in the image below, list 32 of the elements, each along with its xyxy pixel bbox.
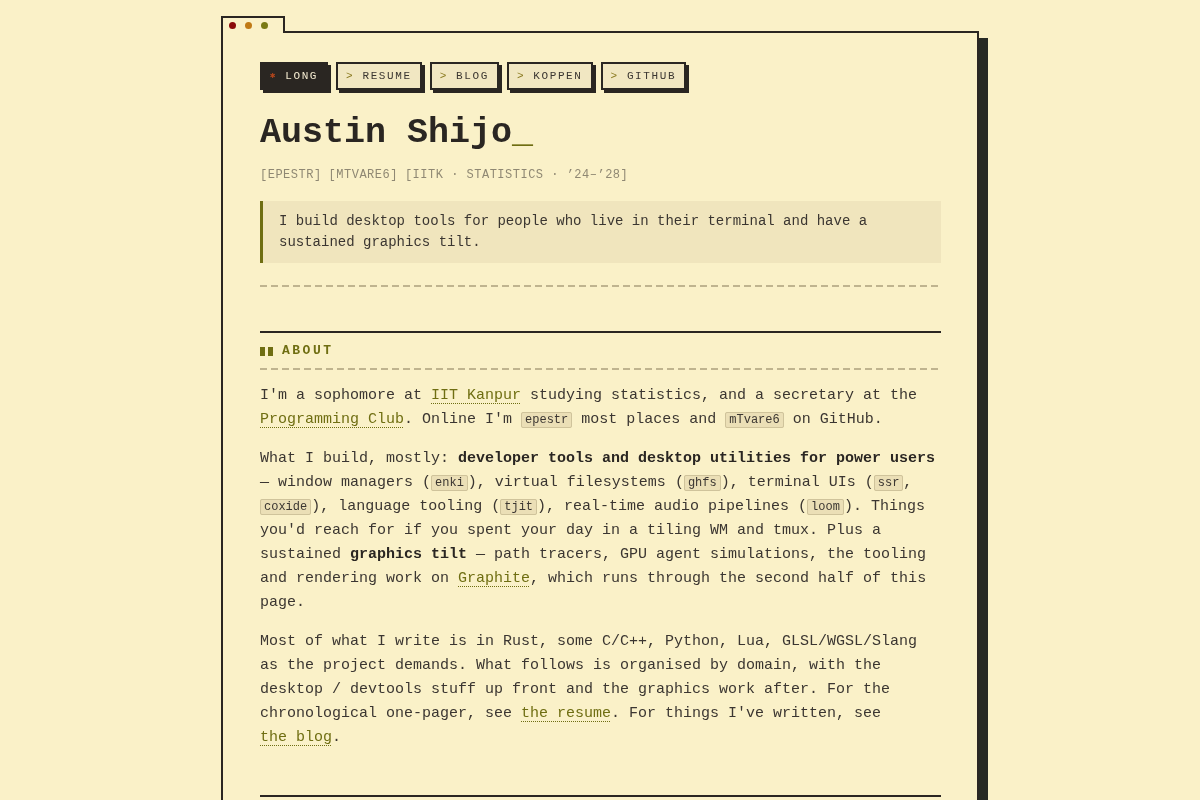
meta-text: [EPESTR] [260,167,322,183]
inline-code: ghfs [683,475,721,491]
nav-button[interactable]: > GITHUB [600,62,687,90]
bars-icon [260,346,273,356]
inline-code: ssr [873,475,904,491]
text-cursor: _ [512,112,534,154]
text-link[interactable]: Graphite [458,570,531,587]
section-heading: ABOUT [282,342,334,360]
window-dot-icon [261,22,268,29]
nav-button[interactable]: > BLOG [429,62,499,90]
meta-text: [IITK · STATISTICS · ’24–’28] [404,167,629,183]
inline-code: mTvare6 [725,412,784,428]
text-link[interactable]: Programming Club [260,411,405,428]
inline-code: loom [807,499,844,515]
inline-code: epestr [521,412,573,428]
about-paragraph: I'm a sophomore at IIT Kanpur studying statistics, and a secretary at the Programming Club. Online I'm epestr most places and mTvare6 on GitHub. [260,386,919,430]
inline-code: enki [431,475,468,491]
about-paragraph: What I build, mostly: developer tools and desktop utilities for power users — window managers ( enki ), virtual filesystems ( ghfs ), terminal UIs ( ssr , coxide ), language tooling ( tjit ), real-time audio pipelines ( loom ). Things you'd reach for if you spent your day in a tiling WM and tmux. Plus a sustained graphics tilt — path tracers, GPU agent simulations, the tooling and rendering work on Graphite, which runs through the second half of this page. [260,449,937,613]
inline-code: tjit [500,499,538,515]
inline-code: coxide [260,499,312,515]
nav-button[interactable]: ✱ LONG [260,62,329,90]
window-dot-icon [229,22,236,29]
tagline-quote: I build desktop tools for people who live in their terminal and have a sustained graphics tilt. [260,201,941,263]
nav-button[interactable]: > KOPPEN [506,62,593,90]
meta-text: [MTVARE6] [328,167,398,183]
name-heading: Austin Shijo [260,112,513,154]
about-paragraph: Most of what I write is in Rust, some C/C++, Python, Lua, GLSL/WGSL/Slang as the project demands. What follows is organised by domain, with the desktop / devtools stuff up front and the graphics work after. For the chronological one-pager, see the resume. For things I've written, see the blog. [260,632,919,748]
text-link[interactable]: IIT Kanpur [431,387,522,404]
text-link[interactable]: the resume [521,705,612,722]
nav-button[interactable]: > RESUME [336,62,422,90]
window-dot-icon [245,22,252,29]
text-link[interactable]: the blog [260,729,332,746]
